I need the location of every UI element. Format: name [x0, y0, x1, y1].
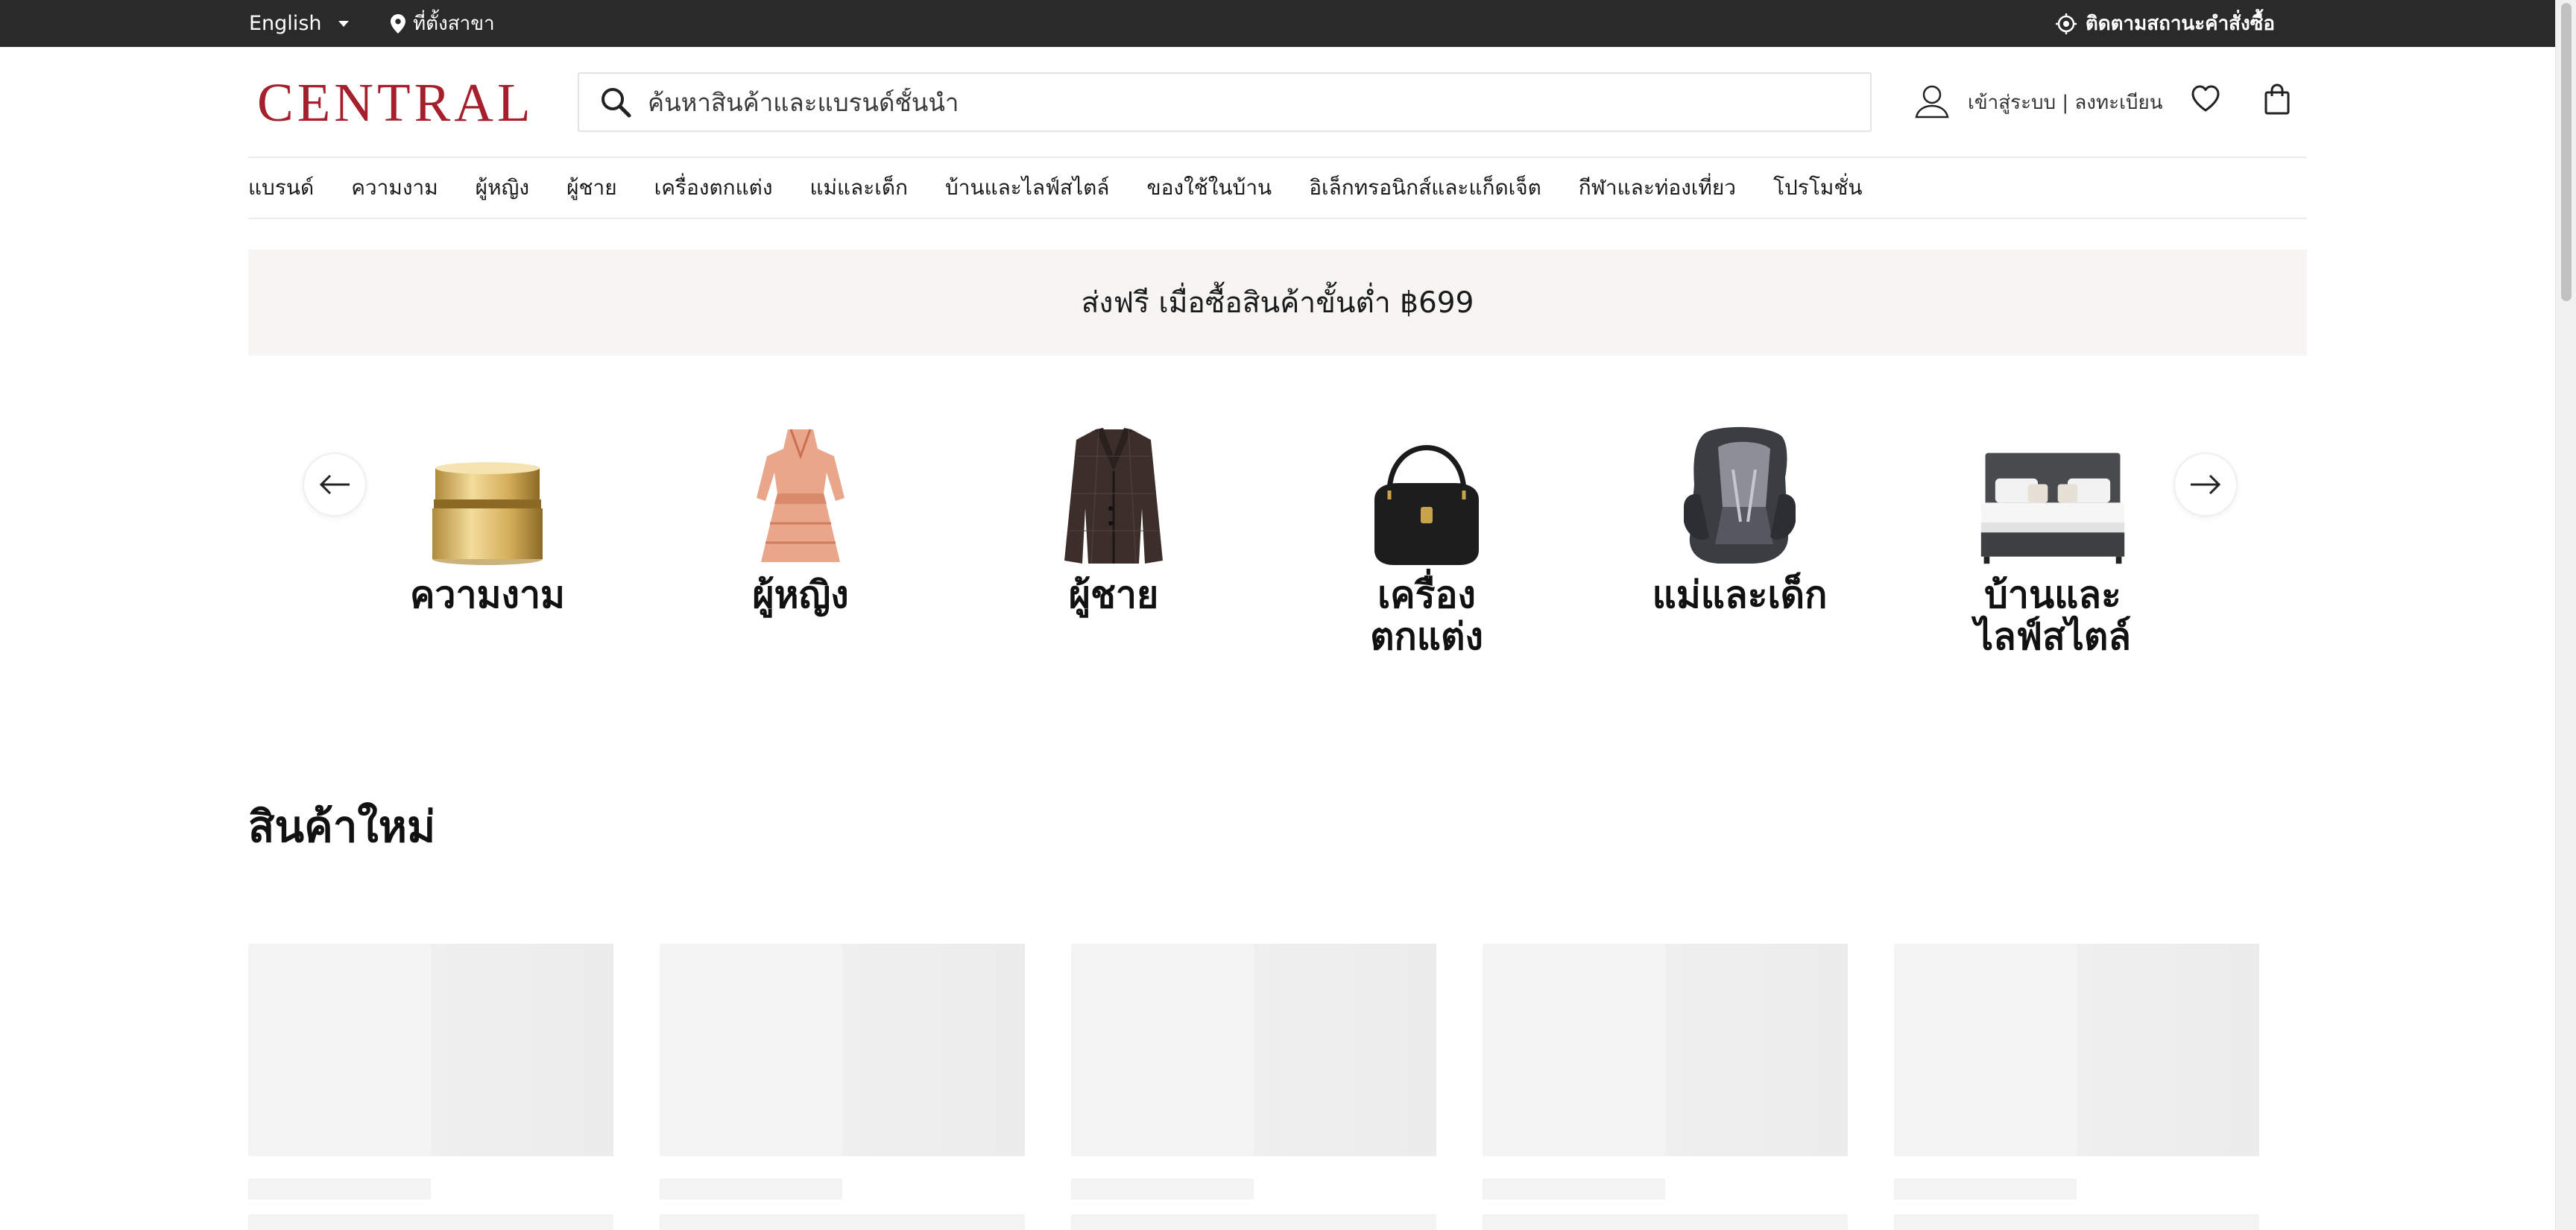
product-image-placeholder	[248, 944, 613, 1156]
category-label-line2: ไลฟ์สไตล์	[1974, 615, 2131, 658]
product-card-skeleton	[1894, 944, 2259, 1230]
caret-down-icon	[338, 20, 349, 27]
nav-divider	[248, 218, 2307, 219]
women-dress-icon	[726, 425, 875, 567]
product-text-placeholder	[1894, 1214, 2259, 1230]
arrow-right-icon	[2191, 474, 2221, 495]
login-register-label: เข้าสู่ระบบ | ลงทะเบียน	[1968, 91, 2163, 114]
product-text-placeholder	[1894, 1179, 2077, 1199]
language-selector[interactable]: English	[249, 0, 349, 47]
category-label: ความงาม	[409, 573, 565, 616]
carousel-next-button[interactable]	[2174, 452, 2238, 517]
product-text-placeholder	[660, 1214, 1025, 1230]
bed-icon	[1978, 425, 2127, 567]
handbag-icon	[1352, 425, 1501, 567]
scrollbar-thumb[interactable]	[2561, 3, 2572, 301]
carousel-prev-button[interactable]	[303, 452, 367, 517]
category-label: แม่และเด็ก	[1652, 573, 1828, 616]
men-blazer-icon	[1039, 425, 1188, 567]
nav-item-promotions[interactable]: โปรโมชั่น	[1773, 171, 1863, 204]
heart-icon	[2191, 85, 2220, 112]
arrow-left-icon	[319, 474, 350, 495]
product-text-placeholder	[1071, 1179, 1254, 1199]
category-label: ผู้ชาย	[1068, 573, 1159, 616]
product-image-placeholder	[1483, 944, 1848, 1156]
product-text-placeholder	[1071, 1214, 1436, 1230]
category-label: บ้านและ ไลฟ์สไตล์	[1941, 574, 2165, 657]
search-icon[interactable]	[600, 86, 631, 118]
account-link[interactable]: เข้าสู่ระบบ | ลงทะเบียน	[1914, 75, 2163, 130]
store-locator-label: ที่ตั้งสาขา	[413, 13, 495, 35]
wishlist-button[interactable]	[2191, 85, 2220, 115]
new-products-title: สินค้าใหม่	[248, 801, 436, 852]
product-card-skeleton	[248, 944, 613, 1230]
nav-item-accessories[interactable]: เครื่องตกแต่ง	[654, 171, 773, 204]
nav-item-home-lifestyle[interactable]: บ้านและไลฟ์สไตล์	[945, 171, 1109, 204]
product-text-placeholder	[1483, 1179, 1665, 1199]
nav-item-electronics[interactable]: อิเล็กทรอนิกส์และแก็ดเจ็ต	[1309, 171, 1541, 204]
product-text-placeholder	[248, 1214, 613, 1230]
promo-text: ส่งฟรี เมื่อซื้อสินค้าขั้นต่ำ ฿699	[1081, 286, 1474, 320]
nav-item-beauty[interactable]: ความงาม	[351, 171, 438, 204]
top-bar: English ที่ตั้งสาขา ติดตามสถานะคำสั่งซื้…	[0, 0, 2555, 47]
product-text-placeholder	[1483, 1214, 1848, 1230]
beauty-cream-jar-icon	[413, 425, 562, 567]
category-label-line1: บ้านและ	[1984, 573, 2121, 616]
product-image-placeholder	[1894, 944, 2259, 1156]
track-order-link[interactable]: ติดตามสถานะคำสั่งซื้อ	[2055, 0, 2275, 47]
product-text-placeholder	[248, 1179, 431, 1199]
category-label-line2: ตกแต่ง	[1370, 615, 1483, 658]
product-text-placeholder	[660, 1179, 842, 1199]
page-scrollbar[interactable]	[2555, 0, 2576, 1230]
product-card-skeleton	[660, 944, 1025, 1230]
shopping-bag-icon	[2264, 83, 2290, 115]
shopping-bag-button[interactable]	[2264, 83, 2291, 118]
main-nav: แบรนด์ ความงาม ผู้หญิง ผู้ชาย เครื่องตกแ…	[248, 158, 1899, 218]
map-pin-icon	[391, 13, 405, 34]
nav-item-brands[interactable]: แบรนด์	[248, 171, 314, 204]
nav-item-household[interactable]: ของใช้ในบ้าน	[1146, 171, 1272, 204]
product-image-placeholder	[660, 944, 1025, 1156]
product-image-placeholder	[1071, 944, 1436, 1156]
search-input[interactable]	[648, 87, 1766, 117]
nav-item-women[interactable]: ผู้หญิง	[476, 171, 529, 204]
language-label: English	[249, 12, 322, 35]
car-seat-icon	[1665, 425, 1814, 567]
product-card-skeleton	[1071, 944, 1436, 1230]
store-locator-link[interactable]: ที่ตั้งสาขา	[391, 0, 495, 47]
search-bar[interactable]	[578, 72, 1872, 132]
free-shipping-banner[interactable]: ส่งฟรี เมื่อซื้อสินค้าขั้นต่ำ ฿699	[248, 250, 2307, 356]
product-card-skeleton	[1483, 944, 1848, 1230]
central-logo[interactable]: CENTRAL	[257, 72, 534, 134]
user-icon	[1915, 85, 1949, 119]
category-label: ผู้หญิง	[752, 573, 849, 616]
track-order-label: ติดตามสถานะคำสั่งซื้อ	[2085, 13, 2275, 35]
nav-item-men[interactable]: ผู้ชาย	[566, 171, 617, 204]
location-target-icon	[2055, 13, 2077, 34]
nav-item-mom-and-kids[interactable]: แม่และเด็ก	[810, 171, 908, 204]
nav-item-sports-travel[interactable]: กีฬาและท่องเที่ยว	[1579, 171, 1736, 204]
category-label-line1: เครื่อง	[1377, 573, 1476, 616]
category-label: เครื่อง ตกแต่ง	[1315, 574, 1538, 657]
